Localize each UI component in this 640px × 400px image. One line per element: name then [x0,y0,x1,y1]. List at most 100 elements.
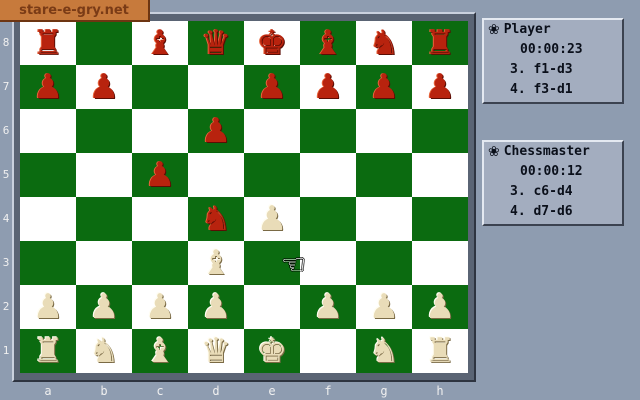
square-f1[interactable] [300,329,356,373]
white-pawn-piece[interactable]: ♟ [145,290,175,324]
square-e7[interactable]: ♟ [244,65,300,109]
square-d2[interactable]: ♟ [188,285,244,329]
black-pawn-piece[interactable]: ♟ [89,70,119,104]
square-e1[interactable]: ♚ [244,329,300,373]
square-g2[interactable]: ♟ [356,285,412,329]
square-h6[interactable] [412,109,468,153]
square-b1[interactable]: ♞ [76,329,132,373]
square-d4[interactable]: ♞ [188,197,244,241]
white-pawn-piece[interactable]: ♟ [425,290,455,324]
black-pawn-piece[interactable]: ♟ [369,70,399,104]
square-f2[interactable]: ♟ [300,285,356,329]
square-a2[interactable]: ♟ [20,285,76,329]
square-c3[interactable] [132,241,188,285]
square-g3[interactable] [356,241,412,285]
black-bishop-piece[interactable]: ♝ [145,26,175,60]
square-g8[interactable]: ♞ [356,21,412,65]
square-d5[interactable] [188,153,244,197]
square-d7[interactable] [188,65,244,109]
square-a7[interactable]: ♟ [20,65,76,109]
square-h7[interactable]: ♟ [412,65,468,109]
square-a1[interactable]: ♜ [20,329,76,373]
square-e2[interactable] [244,285,300,329]
black-pawn-piece[interactable]: ♟ [33,70,63,104]
black-pawn-piece[interactable]: ♟ [257,70,287,104]
black-pawn-piece[interactable]: ♟ [201,114,231,148]
black-king-piece[interactable]: ♚ [257,26,287,60]
chess-board[interactable]: ♜ ♝ ♛ ♚ ♝ ♞ ♜ ♟ ♟ ♟ ♟ ♟ ♟ ♟ ♟ ♞ ♟ ♝ ♟ ♟ ♟ ♟ ♟ ♟ ♟ ♜ ♞ ♝ ♛ ♚ ♞ ♜ [20,21,468,373]
square-c7[interactable] [132,65,188,109]
square-e4[interactable]: ♟ [244,197,300,241]
white-pawn-piece[interactable]: ♟ [201,290,231,324]
square-b7[interactable]: ♟ [76,65,132,109]
square-e8[interactable]: ♚ [244,21,300,65]
square-g7[interactable]: ♟ [356,65,412,109]
square-b3[interactable] [76,241,132,285]
square-b8[interactable] [76,21,132,65]
site-watermark: stare-e-gry.net [0,0,150,22]
black-rook-piece[interactable]: ♜ [33,26,63,60]
square-f6[interactable] [300,109,356,153]
square-g4[interactable] [356,197,412,241]
square-h2[interactable]: ♟ [412,285,468,329]
square-b2[interactable]: ♟ [76,285,132,329]
square-h1[interactable]: ♜ [412,329,468,373]
computer-clock: 00:00:12 [520,164,583,179]
square-c2[interactable]: ♟ [132,285,188,329]
square-f5[interactable] [300,153,356,197]
square-h5[interactable] [412,153,468,197]
white-pawn-piece[interactable]: ♟ [369,290,399,324]
square-g5[interactable] [356,153,412,197]
square-c8[interactable]: ♝ [132,21,188,65]
square-f7[interactable]: ♟ [300,65,356,109]
white-pawn-piece[interactable]: ♟ [313,290,343,324]
square-b5[interactable] [76,153,132,197]
white-rook-piece[interactable]: ♜ [33,334,63,368]
square-g1[interactable]: ♞ [356,329,412,373]
black-rook-piece[interactable]: ♜ [425,26,455,60]
white-knight-piece[interactable]: ♞ [89,334,119,368]
square-h8[interactable]: ♜ [412,21,468,65]
white-pawn-piece[interactable]: ♟ [257,202,287,236]
black-bishop-piece[interactable]: ♝ [313,26,343,60]
square-f8[interactable]: ♝ [300,21,356,65]
square-f4[interactable] [300,197,356,241]
square-c6[interactable] [132,109,188,153]
square-d6[interactable]: ♟ [188,109,244,153]
square-e5[interactable] [244,153,300,197]
square-e6[interactable] [244,109,300,153]
square-f3[interactable] [300,241,356,285]
white-bishop-piece[interactable]: ♝ [145,334,175,368]
square-d3[interactable]: ♝ [188,241,244,285]
white-knight-piece[interactable]: ♞ [369,334,399,368]
square-a8[interactable]: ♜ [20,21,76,65]
square-a3[interactable] [20,241,76,285]
square-a6[interactable] [20,109,76,153]
square-c5[interactable]: ♟ [132,153,188,197]
square-b4[interactable] [76,197,132,241]
black-knight-piece[interactable]: ♞ [369,26,399,60]
square-h4[interactable] [412,197,468,241]
black-queen-piece[interactable]: ♛ [201,26,231,60]
black-pawn-piece[interactable]: ♟ [145,158,175,192]
white-pawn-piece[interactable]: ♟ [89,290,119,324]
black-pawn-piece[interactable]: ♟ [313,70,343,104]
square-d1[interactable]: ♛ [188,329,244,373]
square-d8[interactable]: ♛ [188,21,244,65]
square-c1[interactable]: ♝ [132,329,188,373]
white-queen-piece[interactable]: ♛ [201,334,231,368]
white-rook-piece[interactable]: ♜ [425,334,455,368]
player-name: Player [503,22,551,37]
black-knight-piece[interactable]: ♞ [201,202,231,236]
white-bishop-piece[interactable]: ♝ [201,246,231,280]
square-c4[interactable] [132,197,188,241]
white-pawn-piece[interactable]: ♟ [33,290,63,324]
white-king-piece[interactable]: ♚ [257,334,287,368]
square-a4[interactable] [20,197,76,241]
square-h3[interactable] [412,241,468,285]
black-pawn-piece[interactable]: ♟ [425,70,455,104]
square-g6[interactable] [356,109,412,153]
square-a5[interactable] [20,153,76,197]
square-b6[interactable] [76,109,132,153]
file-label-b: b [100,384,108,398]
